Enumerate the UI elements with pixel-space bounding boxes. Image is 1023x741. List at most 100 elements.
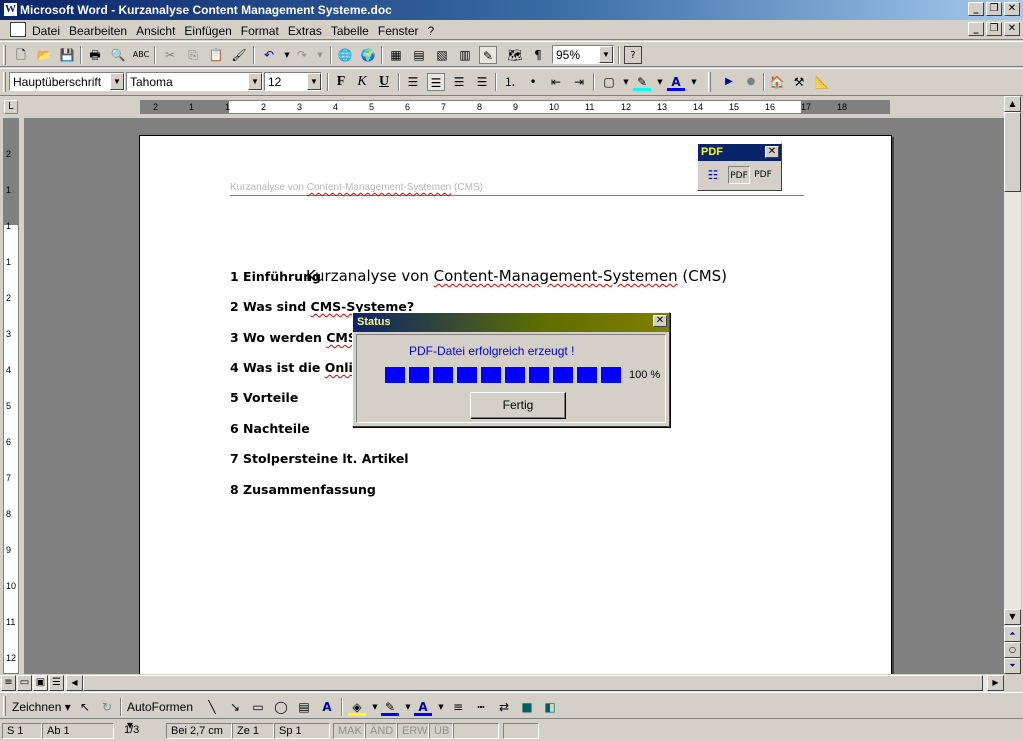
restore-icon[interactable]: ❐ [986,2,1002,16]
copy-icon[interactable]: ⎘ [184,46,202,64]
style-select[interactable]: Hauptüberschrift ▼ [9,72,125,91]
arrow-icon[interactable]: ↘ [226,698,244,716]
select-objects-icon[interactable]: ↖ [76,698,94,716]
doc-minimize-icon[interactable]: _ [968,22,984,36]
font-size-select[interactable]: 12 ▼ [264,72,322,91]
web-layout-view-icon[interactable]: ▭ [17,675,32,691]
status-extend[interactable]: ERW [397,723,429,739]
font-select[interactable]: Tahoma ▼ [126,72,263,91]
chevron-down-icon[interactable]: ▼ [110,73,124,90]
tab-selector-icon[interactable]: L [4,100,18,114]
menu-tabelle[interactable]: Tabelle [331,24,369,38]
toc-entry[interactable]: 7 Stolpersteine lt. Artikel [230,451,409,466]
redo-icon[interactable]: ↷ [293,46,311,64]
status-track-changes[interactable]: ÄND [365,723,397,739]
minimize-icon[interactable]: _ [968,2,984,16]
hyperlink-icon[interactable]: 🌐 [336,46,354,64]
font-color-icon[interactable]: A [414,698,432,716]
align-right-icon[interactable]: ☰ [450,73,468,91]
toolbar-grip[interactable] [708,72,711,92]
scroll-up-icon[interactable]: ▲ [1004,96,1021,112]
normal-view-icon[interactable]: ≡ [1,675,16,691]
new-document-icon[interactable]: 🗋 [12,46,30,64]
vertical-ruler[interactable]: 2 1 1 1 2 3 4 5 6 7 8 9 10 11 12 [3,118,19,674]
close-icon[interactable]: ✕ [653,315,667,327]
toc-entry[interactable]: 5 Vorteile [230,390,298,405]
rectangle-icon[interactable]: ▭ [249,698,267,716]
scroll-right-icon[interactable]: ▶ [987,675,1004,691]
pdf-settings-button[interactable]: PDF [752,166,774,184]
pdf-convert-button[interactable]: PDF [728,166,750,184]
format-painter-icon[interactable]: 🖌 [230,46,248,64]
numbering-icon[interactable]: ⒈ [501,73,519,91]
italic-icon[interactable]: K [353,73,371,91]
outline-view-icon[interactable]: ☰ [49,675,64,691]
fertig-button[interactable]: Fertig [470,392,566,419]
record-macro-icon[interactable]: ● [742,73,760,91]
scroll-thumb[interactable] [1004,112,1021,192]
toc-entry[interactable]: 1 Einführung [230,269,321,284]
save-icon[interactable]: 💾 [58,46,76,64]
align-center-icon[interactable]: ☰ [427,73,445,91]
toolbar-grip[interactable] [3,72,6,92]
show-formatting-icon[interactable]: ¶ [529,46,547,64]
zeichnen-menu[interactable]: Zeichnen ▾ [12,698,72,716]
status-overtype[interactable]: ÜB [429,723,453,739]
tools-icon[interactable]: ⚒ [790,73,808,91]
design-mode-icon[interactable]: 📐 [813,73,831,91]
pdf-toolbar-title[interactable]: PDF ✕ [698,144,781,161]
font-color-dropdown-icon[interactable]: ▼ [432,698,450,716]
paste-icon[interactable]: 📋 [207,46,225,64]
print-preview-icon[interactable]: 🔍 [109,46,127,64]
underline-icon[interactable]: U [375,73,393,91]
line-style-icon[interactable]: ≡ [449,698,467,716]
autoformen-menu[interactable]: AutoFormen ▾ [127,698,201,732]
oval-icon[interactable]: ◯ [272,698,290,716]
word-app-icon[interactable]: W [3,2,18,17]
undo-icon[interactable]: ↶ [260,46,278,64]
bold-icon[interactable]: F [332,73,350,91]
scroll-thumb[interactable] [83,675,983,691]
text-box-icon[interactable]: ▤ [295,698,313,716]
toc-entry[interactable]: 8 Zusammenfassung [230,482,376,497]
run-macro-icon[interactable]: ▶ [720,73,738,91]
increase-indent-icon[interactable]: ⇥ [570,73,588,91]
align-left-icon[interactable]: ☰ [404,73,422,91]
open-folder-icon[interactable]: 📂 [35,46,53,64]
insert-excel-icon[interactable]: ▧ [433,46,451,64]
scroll-down-icon[interactable]: ▼ [1004,609,1021,625]
toolbar-grip[interactable] [3,45,6,65]
cut-icon[interactable]: ✂ [161,46,179,64]
3d-icon[interactable]: ◧ [541,698,559,716]
free-rotate-icon[interactable]: ↻ [98,698,116,716]
line-icon[interactable]: ╲ [203,698,221,716]
close-icon[interactable]: ✕ [765,146,779,158]
web-toolbar-icon[interactable]: 🌍 [359,46,377,64]
status-macro-recorder[interactable]: MAK [333,723,365,739]
chevron-down-icon[interactable]: ▼ [599,46,613,63]
redo-dropdown-icon[interactable]: ▼ [311,46,329,64]
help-icon[interactable]: ? [624,46,642,64]
tables-borders-icon[interactable]: ▦ [387,46,405,64]
font-color-dropdown-icon[interactable]: ▼ [685,73,703,91]
font-color-icon[interactable]: A [667,73,685,91]
vertical-scrollbar[interactable]: ▲ ▼ ⏶ ○ ⏷ [1004,96,1021,674]
menu-format[interactable]: Format [241,24,279,38]
wordart-icon[interactable]: A [318,698,336,716]
select-browse-object-icon[interactable]: ○ [1004,642,1021,658]
menu-einfuegen[interactable]: Einfügen [184,24,231,38]
document-icon[interactable] [10,22,26,37]
menu-fenster[interactable]: Fenster [378,24,419,38]
shadow-icon[interactable]: ■ [518,698,536,716]
decrease-indent-icon[interactable]: ⇤ [547,73,565,91]
toolbar-grip[interactable] [3,696,6,716]
fill-color-icon[interactable]: ◈ [348,698,366,716]
menu-help[interactable]: ? [428,24,435,38]
justify-icon[interactable]: ☰ [473,73,491,91]
previous-page-icon[interactable]: ⏶ [1004,626,1021,642]
horizontal-ruler[interactable]: 2 1 1 2 3 4 5 6 7 8 9 10 11 12 13 14 15 16 17 18 [140,100,890,114]
line-color-icon[interactable]: ✎ [381,698,399,716]
drawing-icon[interactable]: ✎ [479,46,497,64]
close-icon[interactable]: ✕ [1004,2,1020,16]
doc-close-icon[interactable]: ✕ [1004,22,1020,36]
